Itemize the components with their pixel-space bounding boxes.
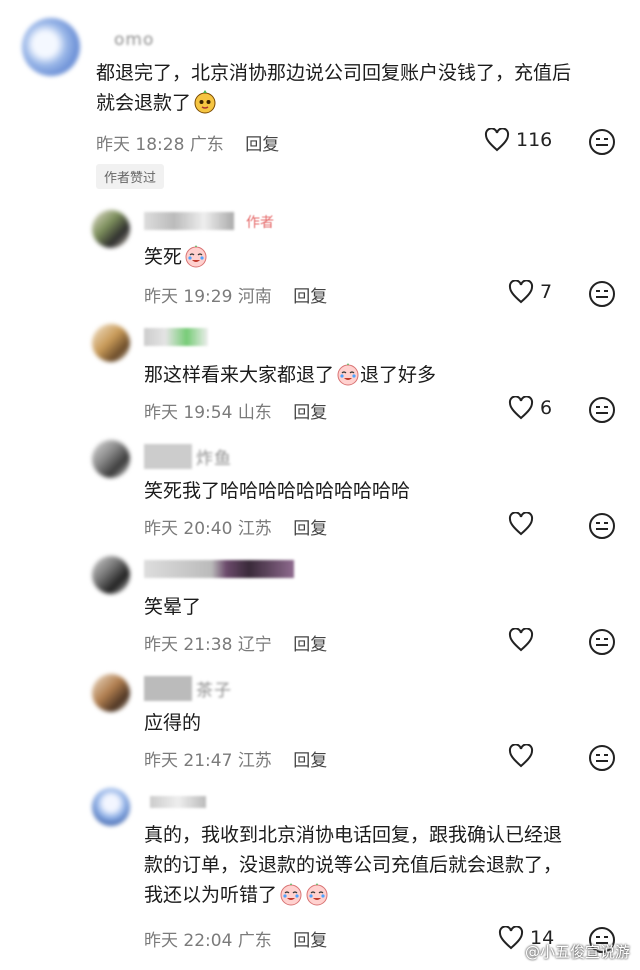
timestamp: 昨天 19:29	[144, 287, 233, 307]
comment-text-line: 都退完了，北京消协那边说公司回复账户没钱了，充值后	[96, 62, 572, 84]
heart-outline-icon	[498, 926, 524, 950]
like-button[interactable]	[508, 744, 540, 768]
crying-laugh-emoji	[306, 883, 328, 906]
author-tag: 作者	[246, 215, 274, 231]
comment-text: 笑晕了	[144, 592, 201, 622]
reply-button[interactable]: 回复	[293, 519, 327, 539]
location: 江苏	[237, 751, 272, 771]
author-liked-badge: 作者赞过	[96, 164, 165, 189]
like-button[interactable]	[508, 512, 540, 536]
avatar[interactable]	[92, 788, 130, 826]
avatar[interactable]	[92, 210, 130, 248]
watermark: @小五俊宣说游	[524, 943, 630, 961]
avatar[interactable]	[22, 18, 80, 76]
heart-outline-icon	[508, 280, 534, 304]
crying-laugh-emoji	[280, 883, 302, 906]
comment-text-line: 那这样看来大家都退了	[144, 364, 335, 386]
like-button[interactable]: 7	[508, 280, 552, 304]
username[interactable]	[144, 212, 234, 230]
smile-face-icon[interactable]	[588, 628, 616, 656]
comment-text-line: 笑晕了	[144, 596, 202, 618]
comment-meta: 昨天 21:38 辽宁 回复	[144, 630, 327, 655]
timestamp: 昨天 18:28	[96, 135, 185, 155]
location: 江苏	[237, 519, 272, 539]
reply-button[interactable]: 回复	[293, 931, 327, 951]
like-button[interactable]	[508, 628, 540, 652]
comment-text-line: 款的订单，没退款的说等公司充值后就会退款了，	[144, 854, 563, 876]
comment-text-line: 我还以为听错了	[144, 884, 278, 906]
comment-text-line: 退了好多	[360, 364, 437, 386]
username[interactable]: 炸鱼	[144, 444, 232, 469]
reply-comment: 作者 笑死 昨天 19:29 河南 回复 7	[0, 200, 640, 316]
reply-comment: 笑晕了 昨天 21:38 辽宁 回复	[0, 548, 640, 664]
reply-button[interactable]: 回复	[293, 403, 327, 423]
comment-meta: 昨天 20:40 江苏 回复	[144, 514, 327, 539]
timestamp: 昨天 20:40	[144, 519, 233, 539]
location: 广东	[189, 135, 224, 155]
heart-outline-icon	[484, 128, 510, 152]
comment-text-line: 应得的	[144, 712, 202, 734]
avatar[interactable]	[92, 324, 130, 362]
comment-text: 笑死	[144, 242, 208, 272]
like-count: 6	[540, 397, 553, 419]
comment-text: 真的，我收到北京消协电话回复，跟我确认已经退 款的订单，没退款的说等公司充值后就…	[144, 820, 562, 910]
like-button[interactable]: 6	[508, 396, 552, 420]
reply-button[interactable]: 回复	[245, 135, 279, 155]
comment-text: 都退完了，北京消协那边说公司回复账户没钱了，充值后 就会退款了	[96, 58, 571, 118]
heart-outline-icon	[508, 396, 534, 420]
reply-comment: 茶子 应得的 昨天 21:47 江苏 回复	[0, 664, 640, 780]
cute-face-emoji	[194, 90, 216, 114]
reply-button[interactable]: 回复	[293, 635, 327, 655]
smile-face-icon[interactable]	[588, 396, 616, 424]
comment-text-line: 笑死我了哈哈哈哈哈哈哈哈哈哈	[144, 480, 411, 502]
heart-outline-icon	[508, 512, 534, 536]
reply-comment: 炸鱼 笑死我了哈哈哈哈哈哈哈哈哈哈 昨天 20:40 江苏 回复	[0, 432, 640, 548]
comment-text-line: 就会退款了	[96, 92, 192, 114]
smile-face-icon[interactable]	[588, 280, 616, 308]
comment-text: 笑死我了哈哈哈哈哈哈哈哈哈哈	[144, 476, 410, 506]
like-button[interactable]: 116	[484, 128, 552, 152]
username[interactable]	[150, 796, 206, 808]
avatar[interactable]	[92, 556, 130, 594]
timestamp: 昨天 19:54	[144, 403, 233, 423]
smile-face-icon[interactable]	[588, 512, 616, 540]
comment-text: 应得的	[144, 708, 201, 738]
comment-meta: 昨天 22:04 广东 回复	[144, 926, 327, 951]
comment-main: omo 都退完了，北京消协那边说公司回复账户没钱了，充值后 就会退款了 昨天 1…	[0, 0, 640, 200]
comment-text: 那这样看来大家都退了 退了好多	[144, 360, 436, 390]
comment-text-line: 笑死	[144, 246, 183, 268]
comment-meta: 昨天 21:47 江苏 回复	[144, 746, 327, 771]
smile-face-icon[interactable]	[588, 128, 616, 156]
timestamp: 昨天 22:04	[144, 931, 233, 951]
comment-text-line: 真的，我收到北京消协电话回复，跟我确认已经退	[144, 824, 563, 846]
username[interactable]	[144, 560, 294, 578]
crying-laugh-emoji	[185, 245, 207, 268]
reply-button[interactable]: 回复	[293, 287, 327, 307]
smile-face-icon[interactable]	[588, 744, 616, 772]
username[interactable]	[144, 328, 208, 346]
reply-comment: 那这样看来大家都退了 退了好多 昨天 19:54 山东 回复 6	[0, 316, 640, 432]
username[interactable]: omo	[96, 30, 154, 50]
like-count: 7	[540, 281, 553, 303]
comment-meta: 昨天 19:54 山东 回复	[144, 398, 327, 423]
username[interactable]: 茶子	[144, 676, 232, 701]
avatar[interactable]	[92, 674, 130, 712]
avatar[interactable]	[92, 440, 130, 478]
reply-button[interactable]: 回复	[293, 751, 327, 771]
crying-laugh-emoji	[337, 363, 359, 386]
location: 广东	[237, 931, 272, 951]
location: 山东	[237, 403, 272, 423]
timestamp: 昨天 21:47	[144, 751, 233, 771]
comment-meta: 昨天 19:29 河南 回复	[144, 282, 327, 307]
heart-outline-icon	[508, 628, 534, 652]
like-count: 116	[516, 129, 553, 151]
location: 河南	[237, 287, 272, 307]
location: 辽宁	[237, 635, 272, 655]
timestamp: 昨天 21:38	[144, 635, 233, 655]
comment-meta: 昨天 18:28 广东 回复	[96, 130, 279, 155]
heart-outline-icon	[508, 744, 534, 768]
